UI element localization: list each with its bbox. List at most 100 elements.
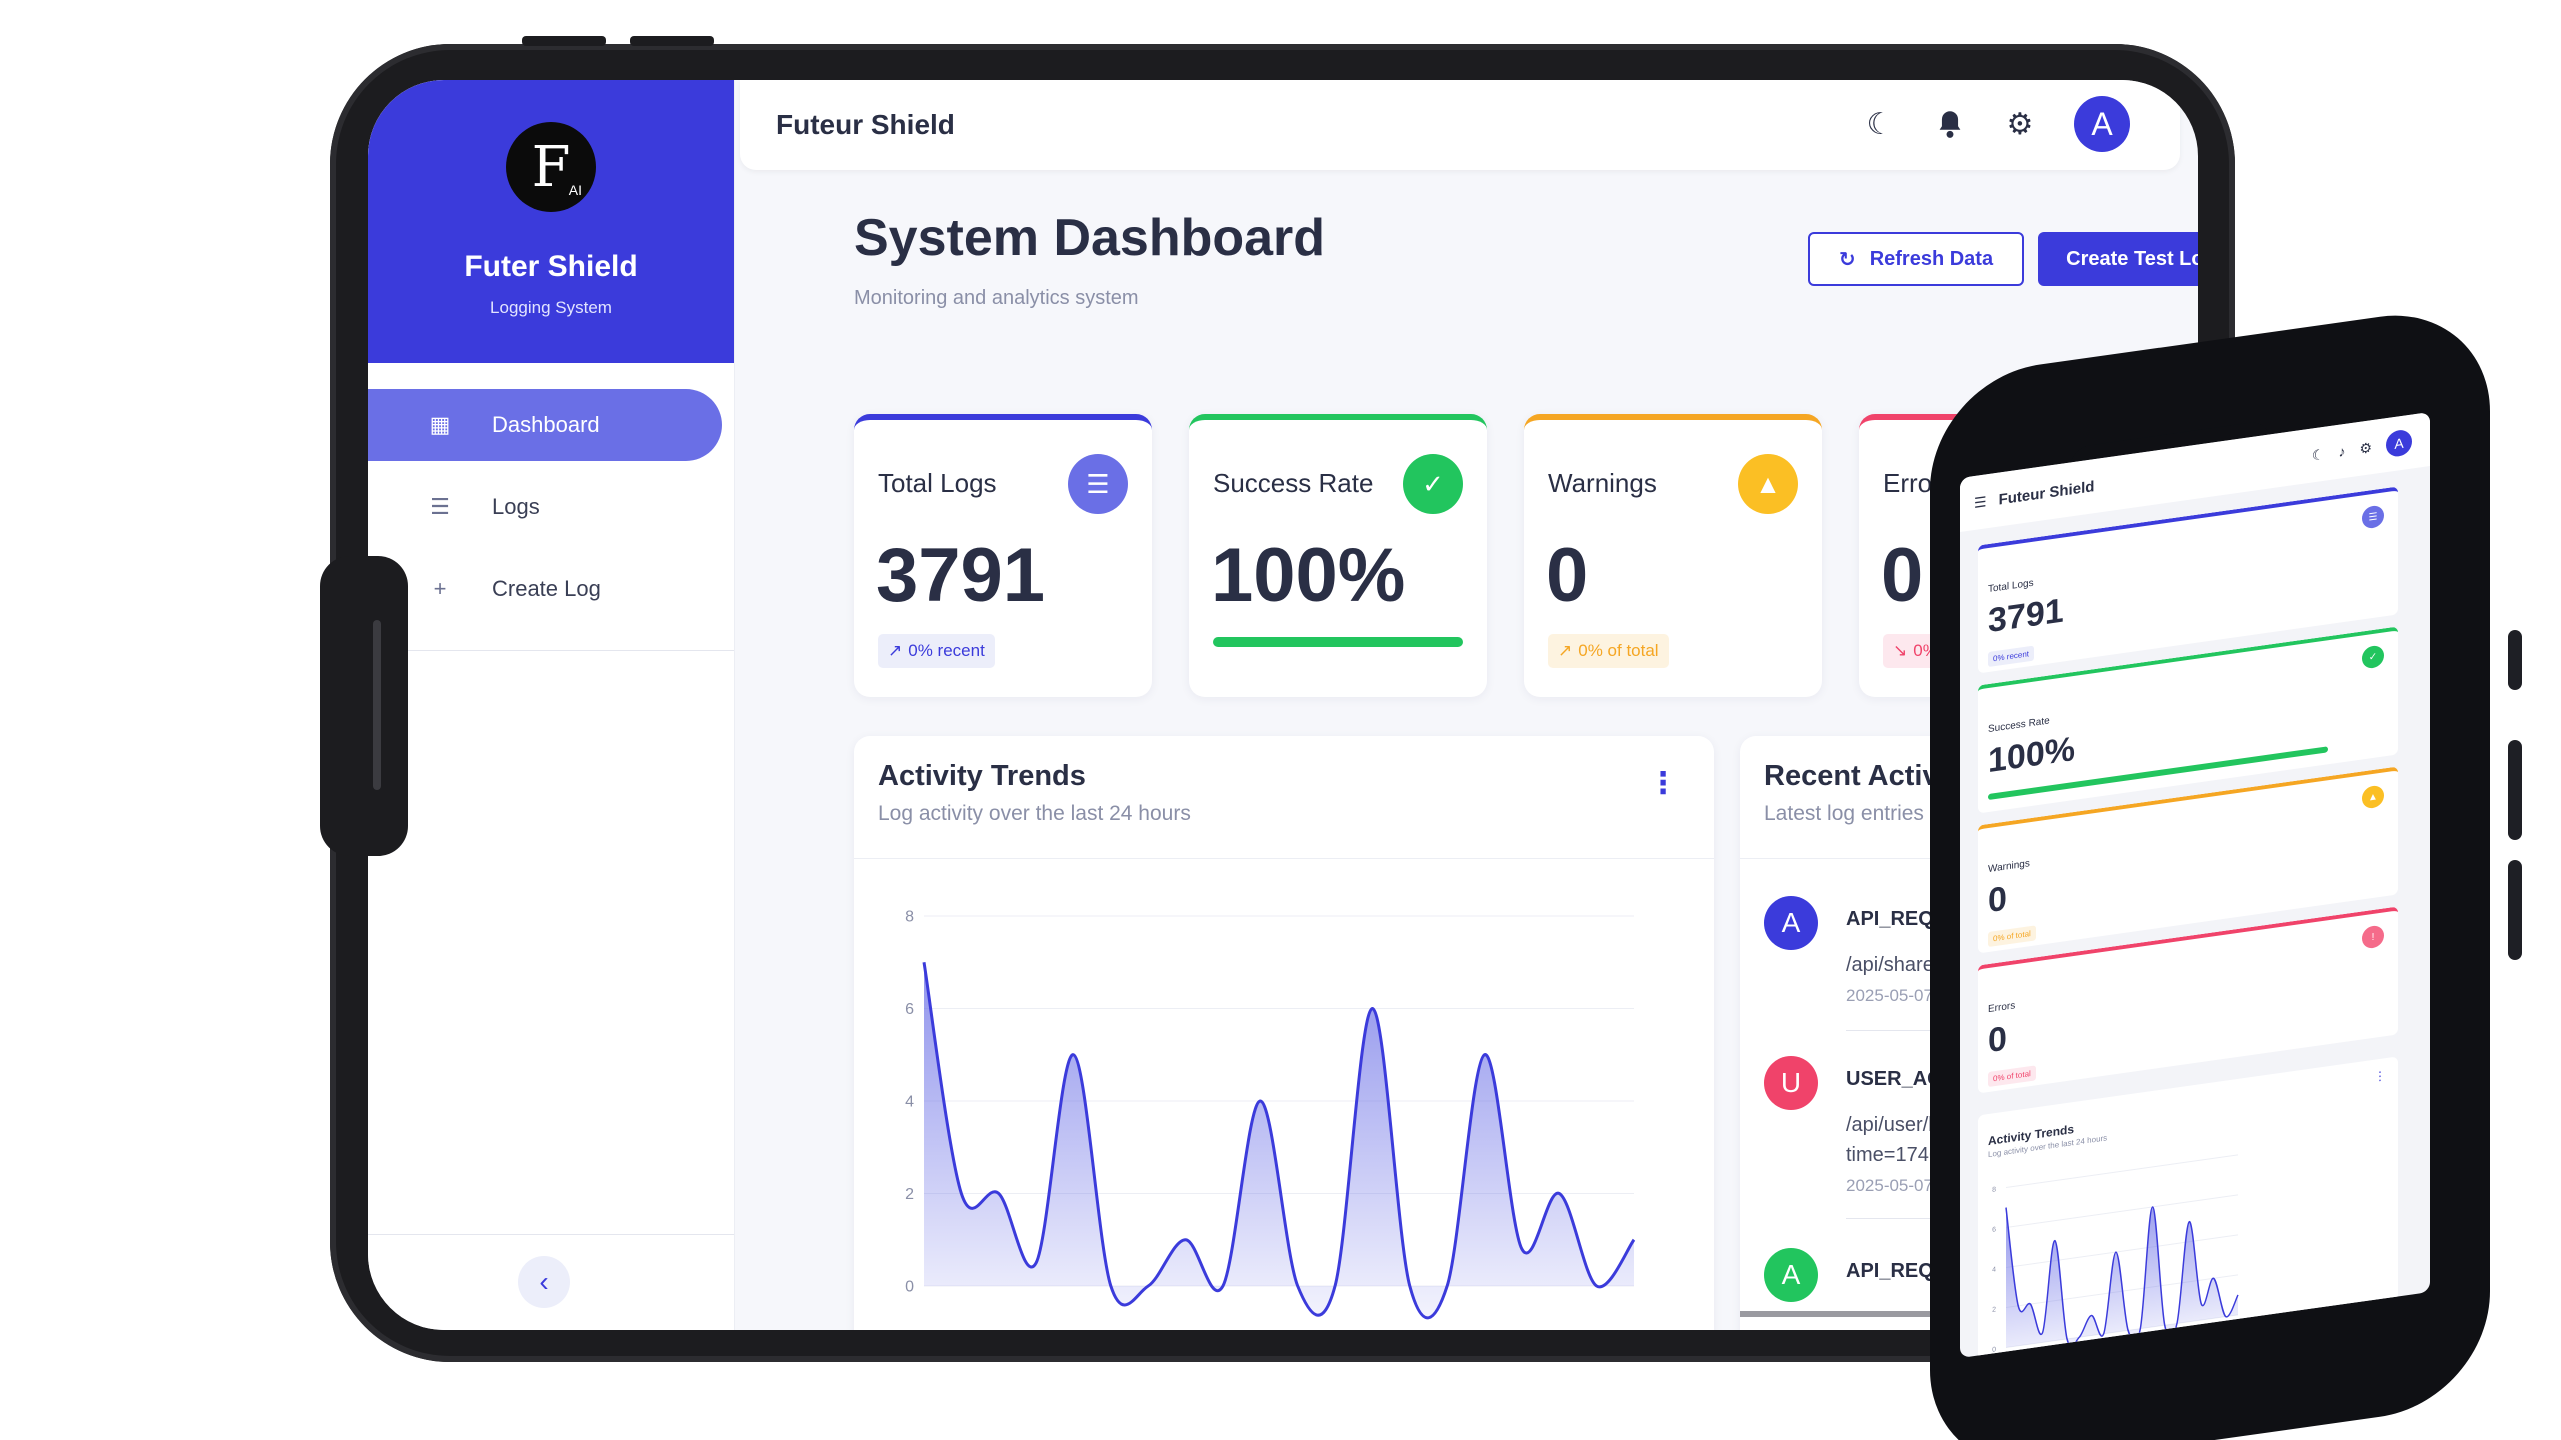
- log-date: 2025-05-07: [1846, 986, 1933, 1005]
- app-title: Futeur Shield: [1998, 477, 2095, 509]
- sidebar-nav: ▦ Dashboard ☰ Logs + Create Log: [368, 363, 734, 625]
- y-tick-label: 8: [1992, 1186, 1996, 1194]
- bell-icon[interactable]: ♪: [2338, 443, 2345, 460]
- log-avatar: A: [1764, 1248, 1818, 1302]
- stat-value: 0: [1881, 533, 1924, 618]
- sidebar-divider: [408, 650, 734, 651]
- tablet-button: [630, 36, 714, 46]
- activity-trends-panel: Activity Trends Log activity over the la…: [854, 736, 1714, 1330]
- phone-button: [2508, 630, 2522, 690]
- log-avatar: A: [1764, 896, 1818, 950]
- stat-label: Errors: [1988, 1000, 2016, 1016]
- stat-badge: ↗ 0% of total: [1548, 634, 1669, 668]
- sidebar-item-create-log[interactable]: + Create Log: [368, 553, 722, 625]
- phone-button: [2508, 860, 2522, 960]
- stat-label: Success Rate: [1213, 468, 1374, 498]
- sidebar-item-label: Dashboard: [492, 412, 600, 437]
- y-tick-label: 2: [1992, 1306, 1996, 1314]
- grid-line: [2006, 1234, 2238, 1269]
- refresh-data-button[interactable]: ↻ Refresh Data: [1808, 232, 2024, 286]
- y-tick-label: 6: [905, 1001, 914, 1018]
- stat-value: 0: [1988, 1019, 2007, 1061]
- refresh-label: Refresh Data: [1869, 247, 1994, 270]
- trending-up-icon: ↗: [888, 641, 903, 660]
- sidebar: F AI Futer Shield Logging System ▦ Dashb…: [368, 80, 735, 1330]
- y-tick-label: 4: [905, 1094, 914, 1111]
- tablet-side-line: [373, 620, 381, 790]
- moon-icon[interactable]: ☾: [1864, 108, 1896, 141]
- success-progress-bar: [1213, 637, 1463, 647]
- stat-label: Total Logs: [878, 468, 997, 498]
- sidebar-item-dashboard[interactable]: ▦ Dashboard: [368, 389, 722, 461]
- sidebar-item-label: Create Log: [492, 576, 601, 601]
- y-tick-label: 2: [905, 1186, 914, 1203]
- warning-icon: ▲: [2362, 784, 2384, 810]
- tablet-camera-bump: [320, 556, 408, 856]
- dashboard-icon: ▦: [429, 412, 451, 437]
- more-vertical-icon[interactable]: ⋮: [1648, 766, 1678, 801]
- activity-chart: 0 2 4 6 8: [905, 909, 1636, 1320]
- sidebar-subtitle: Logging System: [490, 298, 612, 317]
- sidebar-title: Futer Shield: [464, 250, 638, 283]
- tablet-button: [522, 36, 606, 46]
- logo-ai: AI: [568, 182, 582, 198]
- avatar[interactable]: A: [2386, 428, 2412, 459]
- refresh-icon: ↻: [1838, 248, 1856, 271]
- series-area: [924, 962, 1634, 1318]
- y-tick-label: 0: [905, 1279, 914, 1296]
- log-date: 2025-05-07: [1846, 1176, 1933, 1195]
- log-avatar: U: [1764, 1056, 1818, 1110]
- y-tick-label: 6: [1992, 1226, 1996, 1234]
- stat-card-warnings: Warnings ▲ 0 ↗ 0% of total: [1524, 414, 1822, 697]
- sidebar-header: F AI Futer Shield Logging System: [368, 80, 734, 363]
- stat-label: Success Rate: [1988, 715, 2050, 736]
- alert-circle-icon: !: [2362, 924, 2384, 950]
- sidebar-divider: [368, 1234, 734, 1235]
- log-path: /api/user/b: [1846, 1114, 1940, 1136]
- warning-icon: ▲: [1738, 454, 1798, 514]
- panel-subtitle: Log activity over the last 24 hours: [878, 802, 1191, 825]
- check-circle-icon: ✓: [1403, 454, 1463, 514]
- gear-icon[interactable]: ⚙: [2359, 439, 2372, 458]
- create-test-log-button[interactable]: Create Test Log: [2038, 232, 2198, 286]
- stat-badge: 0% of total: [1988, 925, 2036, 948]
- stat-label: Warnings: [1548, 468, 1657, 498]
- device-mockup-scene: F AI Futer Shield Logging System ▦ Dashb…: [0, 0, 2561, 1440]
- y-tick-label: 8: [905, 909, 914, 926]
- avatar[interactable]: A: [2074, 96, 2130, 152]
- trending-up-icon: ↗: [1558, 641, 1573, 660]
- logo-letters: F: [531, 134, 571, 200]
- stat-badge: 0% recent: [1988, 645, 2035, 668]
- panel-divider: [854, 858, 1714, 859]
- stat-value: 0: [1546, 533, 1589, 618]
- menu-icon[interactable]: ☰: [1974, 493, 1987, 512]
- stat-badge: ↗ 0% recent: [878, 634, 995, 668]
- stat-value: 3791: [1988, 591, 2064, 641]
- chevron-left-icon: ‹: [539, 1266, 549, 1297]
- sidebar-item-logs[interactable]: ☰ Logs: [368, 471, 722, 543]
- top-bar: Futeur Shield ☾ ⚙ A: [740, 80, 2180, 170]
- collapse-sidebar-button[interactable]: ‹: [518, 1256, 570, 1308]
- panel-subtitle: Latest log entries: [1764, 802, 1924, 825]
- sidebar-item-label: Logs: [492, 494, 540, 519]
- page-subtitle: Monitoring and analytics system: [854, 287, 1139, 309]
- gear-icon[interactable]: ⚙: [2004, 108, 2036, 141]
- app-title: Futeur Shield: [776, 109, 955, 140]
- bell-icon[interactable]: [1934, 108, 1966, 140]
- moon-icon[interactable]: ☾: [2312, 445, 2325, 464]
- phone-button: [2508, 740, 2522, 840]
- y-tick-label: 0: [1992, 1346, 1996, 1354]
- stat-value: 3791: [876, 533, 1046, 618]
- trending-down-icon: ↘: [1893, 641, 1908, 660]
- stat-label: Total Logs: [1988, 577, 2034, 596]
- grid-line: [2006, 1194, 2238, 1229]
- list-icon: ☰: [2362, 504, 2384, 530]
- y-tick-label: 4: [1992, 1266, 1996, 1274]
- stat-value: 0: [1988, 879, 2007, 921]
- stat-label: Warnings: [1988, 858, 2030, 876]
- phone-screen: ☰ Futeur Shield ☾ ♪ ⚙ A ☰ Total Logs 379…: [1960, 411, 2430, 1358]
- top-bar-actions: ☾ ⚙ A: [1864, 96, 2130, 152]
- more-vertical-icon[interactable]: ⋮: [2374, 1068, 2386, 1084]
- check-circle-icon: ✓: [2362, 644, 2384, 670]
- stat-badge-text: 0% recent: [908, 641, 985, 660]
